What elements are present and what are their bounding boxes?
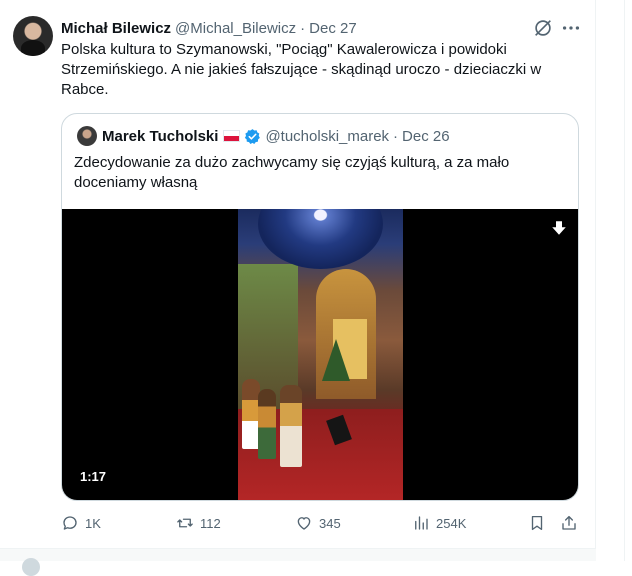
verified-icon (245, 128, 261, 144)
scene-figure (258, 389, 276, 459)
like-button[interactable]: 345 (295, 512, 341, 534)
next-tweet-peek (0, 548, 596, 576)
retweet-button[interactable]: 112 (176, 512, 221, 534)
author-handle[interactable]: @Michal_Bilewicz (175, 20, 296, 37)
quote-author-name: Marek Tucholski (102, 127, 219, 145)
scene-tree (322, 339, 350, 381)
video-duration: 1:17 (74, 467, 113, 487)
scene-vault (258, 209, 383, 269)
bookmark-icon (531, 515, 543, 531)
tweet-header: Michał Bilewicz @Michal_Bilewicz · Dec 2… (61, 18, 357, 38)
retweet-icon (177, 518, 193, 528)
scene-figure (280, 385, 302, 467)
quote-author-handle: @tucholski_marek (265, 127, 390, 145)
tweet-date[interactable]: Dec 27 (309, 20, 357, 37)
download-icon[interactable] (550, 219, 568, 237)
bookmark-button[interactable] (528, 512, 546, 534)
reply-icon (63, 516, 77, 530)
quote-separator: · (393, 127, 399, 145)
grok-icon[interactable] (532, 17, 554, 39)
quote-date: Dec 26 (402, 127, 450, 145)
share-button[interactable] (560, 512, 578, 534)
reply-count: 1K (85, 515, 101, 531)
like-count: 345 (319, 515, 341, 531)
views-button[interactable]: 254K (412, 512, 466, 534)
tweet-text: Polska kultura to Szymanowski, "Pociąg" … (61, 41, 542, 98)
share-icon (562, 515, 576, 530)
right-gutter (597, 0, 632, 561)
action-bar: 1K 112 345 254K (61, 512, 581, 534)
video-player[interactable]: 1:17 (62, 209, 578, 500)
more-icon[interactable] (560, 17, 582, 39)
author-avatar[interactable] (13, 16, 53, 56)
poland-flag-icon (223, 130, 241, 142)
quoted-tweet[interactable]: Marek Tucholski @tucholski_marek · Dec 2… (61, 113, 579, 501)
tweet-card[interactable]: Michał Bilewicz @Michal_Bilewicz · Dec 2… (0, 0, 596, 548)
quote-author-avatar (77, 126, 97, 146)
header-separator: · (300, 19, 306, 37)
like-icon (297, 517, 311, 530)
retweet-count: 112 (200, 515, 221, 531)
video-frame (238, 209, 403, 500)
reply-button[interactable]: 1K (61, 512, 101, 534)
views-count: 254K (436, 515, 467, 531)
views-icon (415, 516, 428, 530)
quote-text: Zdecydowanie za dużo zachwycamy się czyj… (74, 154, 510, 191)
author-name[interactable]: Michał Bilewicz (61, 20, 171, 37)
gutter-divider (624, 0, 625, 561)
quote-header: Marek Tucholski @tucholski_marek · Dec 2… (102, 126, 450, 146)
